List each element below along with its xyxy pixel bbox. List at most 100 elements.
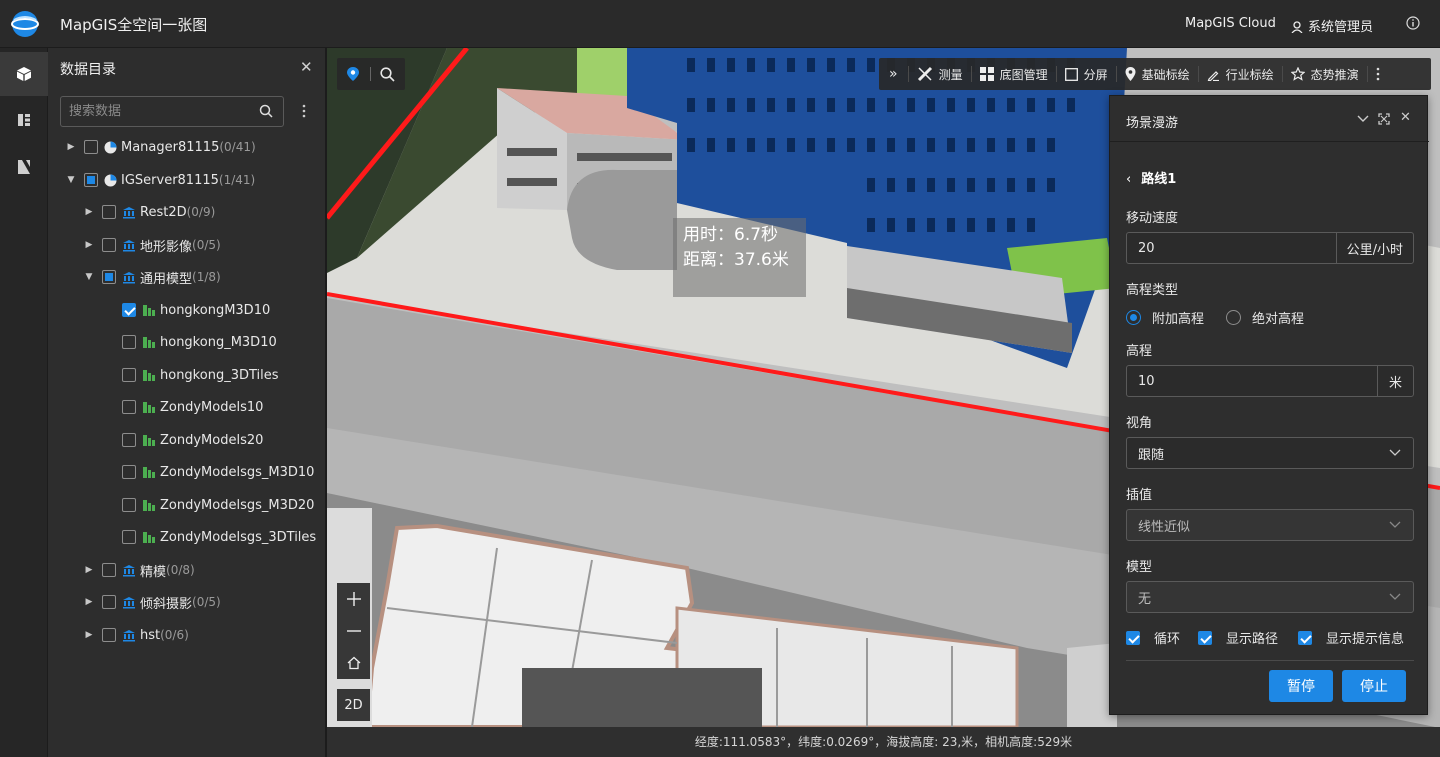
expand-right-icon[interactable]: ▶ (84, 565, 94, 575)
app-title: MapGIS全空间一张图 (60, 16, 208, 34)
interp-label: 插值 (1126, 488, 1153, 503)
checkbox[interactable] (102, 563, 116, 577)
checkbox-checked[interactable] (122, 303, 136, 317)
speed-field[interactable]: 20 公里/小时 (1126, 232, 1414, 264)
checkbox[interactable] (102, 270, 116, 284)
toolbar-split[interactable]: 分屏 (1055, 66, 1116, 82)
tree-item-igserver[interactable]: ▼ IGServer81115 (1/41) (66, 168, 256, 192)
zoom-out-button[interactable] (337, 615, 370, 647)
expand-right-icon[interactable]: ▶ (84, 630, 94, 640)
tree-item-hst[interactable]: ▶ hst (0/6) (84, 623, 189, 647)
rail-layers-button[interactable] (0, 98, 48, 142)
tree-item-model[interactable]: ZondyModelsgs_M3D20 (122, 493, 314, 517)
height-field[interactable]: 10 米 (1126, 365, 1414, 397)
expand-down-icon[interactable]: ▼ (66, 175, 76, 185)
checkbox[interactable] (102, 238, 116, 252)
cloud-link[interactable]: MapGIS Cloud (1185, 16, 1276, 31)
chevron-left-icon[interactable]: ‹ (1126, 172, 1131, 187)
speed-label: 移动速度 (1126, 211, 1179, 226)
zoom-in-button[interactable] (337, 583, 370, 615)
tree-item-model[interactable]: ZondyModels20 (122, 428, 263, 452)
checkbox[interactable] (122, 400, 136, 414)
more-options-icon[interactable] (302, 104, 306, 118)
route-name: 路线1 (1141, 172, 1177, 187)
checkbox-show-path[interactable]: 显示路径 (1198, 628, 1278, 647)
tree-count: (0/9) (186, 205, 216, 219)
tree-item-oblique[interactable]: ▶ 倾斜摄影 (0/5) (84, 590, 221, 614)
expand-right-icon[interactable]: ▶ (84, 240, 94, 250)
expand-icon[interactable] (1378, 113, 1390, 125)
tree-item-model[interactable]: hongkongM3D10 (122, 298, 270, 322)
service-group-icon (122, 239, 136, 252)
chevron-down-icon[interactable] (1357, 114, 1369, 124)
info-icon[interactable] (1406, 16, 1420, 30)
checkbox[interactable] (122, 530, 136, 544)
expand-right-icon[interactable]: ▶ (84, 207, 94, 217)
tree-item-model[interactable]: hongkong_3DTiles (122, 363, 279, 387)
checkbox[interactable] (102, 628, 116, 642)
star-icon (1290, 67, 1305, 81)
checkbox[interactable] (122, 498, 136, 512)
search-input[interactable] (60, 96, 284, 127)
panel-close-icon[interactable]: ✕ (300, 58, 313, 76)
checkbox[interactable] (102, 595, 116, 609)
toolbar-situation[interactable]: 态势推演 (1281, 66, 1367, 82)
radio[interactable] (1226, 310, 1241, 325)
tree-item-fine-model[interactable]: ▶ 精模 (0/8) (84, 558, 195, 582)
tree-count: (1/41) (218, 173, 256, 187)
coordinate-status-bar: 经度:111.0583°，纬度:0.0269°，海拔高度: 23,米，相机高度:… (327, 727, 1440, 757)
checkbox[interactable] (122, 433, 136, 447)
toolbar-measure[interactable]: 测量 (907, 66, 971, 82)
checkbox-checked[interactable] (1198, 630, 1212, 645)
checkbox-checked[interactable] (1126, 630, 1140, 645)
tree-label: 精模 (140, 564, 167, 580)
search-icon[interactable] (380, 67, 395, 82)
height-input[interactable]: 10 (1127, 374, 1377, 389)
checkbox[interactable] (84, 173, 98, 187)
radio-absolute-height[interactable]: 绝对高程 (1226, 308, 1304, 327)
stop-button[interactable]: 停止 (1342, 670, 1406, 702)
checkbox[interactable] (122, 368, 136, 382)
expand-right-icon[interactable]: ▶ (84, 597, 94, 607)
tree-item-manager[interactable]: ▶ Manager81115 (0/41) (66, 135, 256, 159)
tree-count: (0/41) (219, 140, 256, 154)
expand-down-icon[interactable]: ▼ (84, 272, 94, 282)
close-icon[interactable]: ✕ (1400, 110, 1411, 125)
tree-item-terrain[interactable]: ▶ 地形影像 (0/5) (84, 233, 221, 257)
checkbox[interactable] (84, 140, 98, 154)
location-pin-icon[interactable] (346, 66, 360, 82)
tree-item-rest2d[interactable]: ▶ Rest2D (0/9) (84, 200, 216, 224)
rail-data-catalog-button[interactable] (0, 52, 48, 96)
tree-item-model[interactable]: hongkong_M3D10 (122, 330, 277, 354)
toolbar-basic-plot[interactable]: 基础标绘 (1115, 66, 1198, 82)
user-menu[interactable]: 系统管理员 (1291, 16, 1373, 35)
speed-input[interactable]: 20 (1127, 241, 1336, 256)
rail-tools-button[interactable] (0, 145, 48, 189)
checkbox-checked[interactable] (1298, 630, 1312, 645)
radio-relative-height[interactable]: 附加高程 (1126, 308, 1204, 327)
toggle-2d-button[interactable]: 2D (337, 689, 370, 721)
tree-item-model[interactable]: ZondyModelsgs_M3D10 (122, 460, 314, 484)
search-icon[interactable] (259, 104, 273, 118)
interp-select[interactable]: 线性近似 (1126, 509, 1414, 541)
checkbox[interactable] (122, 465, 136, 479)
tree-item-general-model[interactable]: ▼ 通用模型 (1/8) (84, 265, 221, 289)
toolbar-more[interactable] (1366, 66, 1394, 82)
collapse-double-chevron-icon[interactable]: » (879, 66, 908, 82)
route-back[interactable]: ‹ 路线1 (1126, 168, 1176, 187)
model-select[interactable]: 无 (1126, 581, 1414, 613)
expand-right-icon[interactable]: ▶ (66, 142, 76, 152)
radio-selected[interactable] (1126, 310, 1141, 325)
tree-item-model[interactable]: ZondyModels10 (122, 395, 263, 419)
checkbox-loop[interactable]: 循环 (1126, 628, 1180, 647)
checkbox[interactable] (122, 335, 136, 349)
toolbar-basemap[interactable]: 底图管理 (970, 66, 1056, 82)
tree-item-model[interactable]: ZondyModelsgs_3DTiles (122, 525, 316, 549)
checkbox[interactable] (102, 205, 116, 219)
toolbar-industry-plot[interactable]: 行业标绘 (1197, 66, 1282, 82)
home-button[interactable] (337, 647, 370, 679)
interp-value: 线性近似 (1138, 519, 1191, 535)
view-select[interactable]: 跟随 (1126, 437, 1414, 469)
checkbox-show-tip[interactable]: 显示提示信息 (1298, 628, 1404, 647)
pause-button[interactable]: 暂停 (1269, 670, 1333, 702)
